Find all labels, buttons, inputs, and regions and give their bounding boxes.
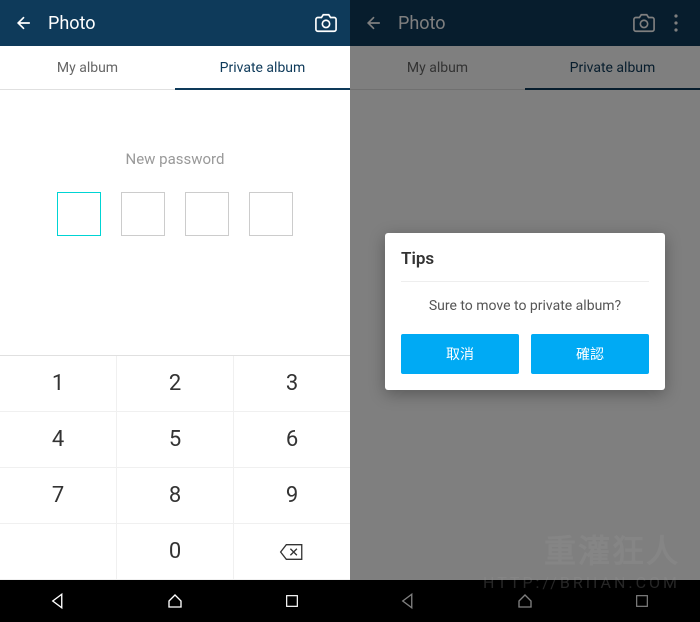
- key-7[interactable]: 7: [0, 468, 117, 524]
- key-0[interactable]: 0: [117, 524, 234, 580]
- nav-recent-icon[interactable]: [281, 590, 303, 612]
- pin-box-2[interactable]: [121, 192, 165, 236]
- page-title: Photo: [48, 13, 314, 34]
- key-empty: [0, 524, 117, 580]
- screen-right: Photo My album Private album: [350, 0, 700, 622]
- key-backspace[interactable]: [234, 524, 350, 580]
- key-6[interactable]: 6: [234, 412, 350, 468]
- password-prompt: New password: [126, 150, 225, 168]
- confirm-button[interactable]: 確認: [531, 334, 649, 374]
- nav-back-icon[interactable]: [47, 590, 69, 612]
- dialog-message: Sure to move to private album?: [401, 298, 649, 314]
- key-9[interactable]: 9: [234, 468, 350, 524]
- key-3[interactable]: 3: [234, 356, 350, 412]
- key-2[interactable]: 2: [117, 356, 234, 412]
- modal-overlay[interactable]: Tips Sure to move to private album? 取消 確…: [350, 0, 700, 622]
- cancel-button[interactable]: 取消: [401, 334, 519, 374]
- pin-box-4[interactable]: [249, 192, 293, 236]
- tab-bar: My album Private album: [0, 46, 350, 90]
- tips-dialog: Tips Sure to move to private album? 取消 確…: [385, 233, 665, 390]
- numeric-keypad: 1 2 3 4 5 6 7 8 9 0: [0, 355, 350, 580]
- back-icon[interactable]: [12, 11, 36, 35]
- nav-home-icon[interactable]: [164, 590, 186, 612]
- key-4[interactable]: 4: [0, 412, 117, 468]
- pin-box-3[interactable]: [185, 192, 229, 236]
- android-navbar: [0, 580, 350, 622]
- tab-my-album[interactable]: My album: [0, 46, 175, 89]
- camera-icon[interactable]: [314, 11, 338, 35]
- dialog-title: Tips: [401, 249, 649, 282]
- password-content: New password: [0, 90, 350, 355]
- screen-left: Photo My album Private album New passwor…: [0, 0, 350, 622]
- key-8[interactable]: 8: [117, 468, 234, 524]
- key-1[interactable]: 1: [0, 356, 117, 412]
- app-header: Photo: [0, 0, 350, 46]
- pin-input-group: [57, 192, 293, 236]
- pin-box-1[interactable]: [57, 192, 101, 236]
- key-5[interactable]: 5: [117, 412, 234, 468]
- tab-private-album[interactable]: Private album: [175, 46, 350, 89]
